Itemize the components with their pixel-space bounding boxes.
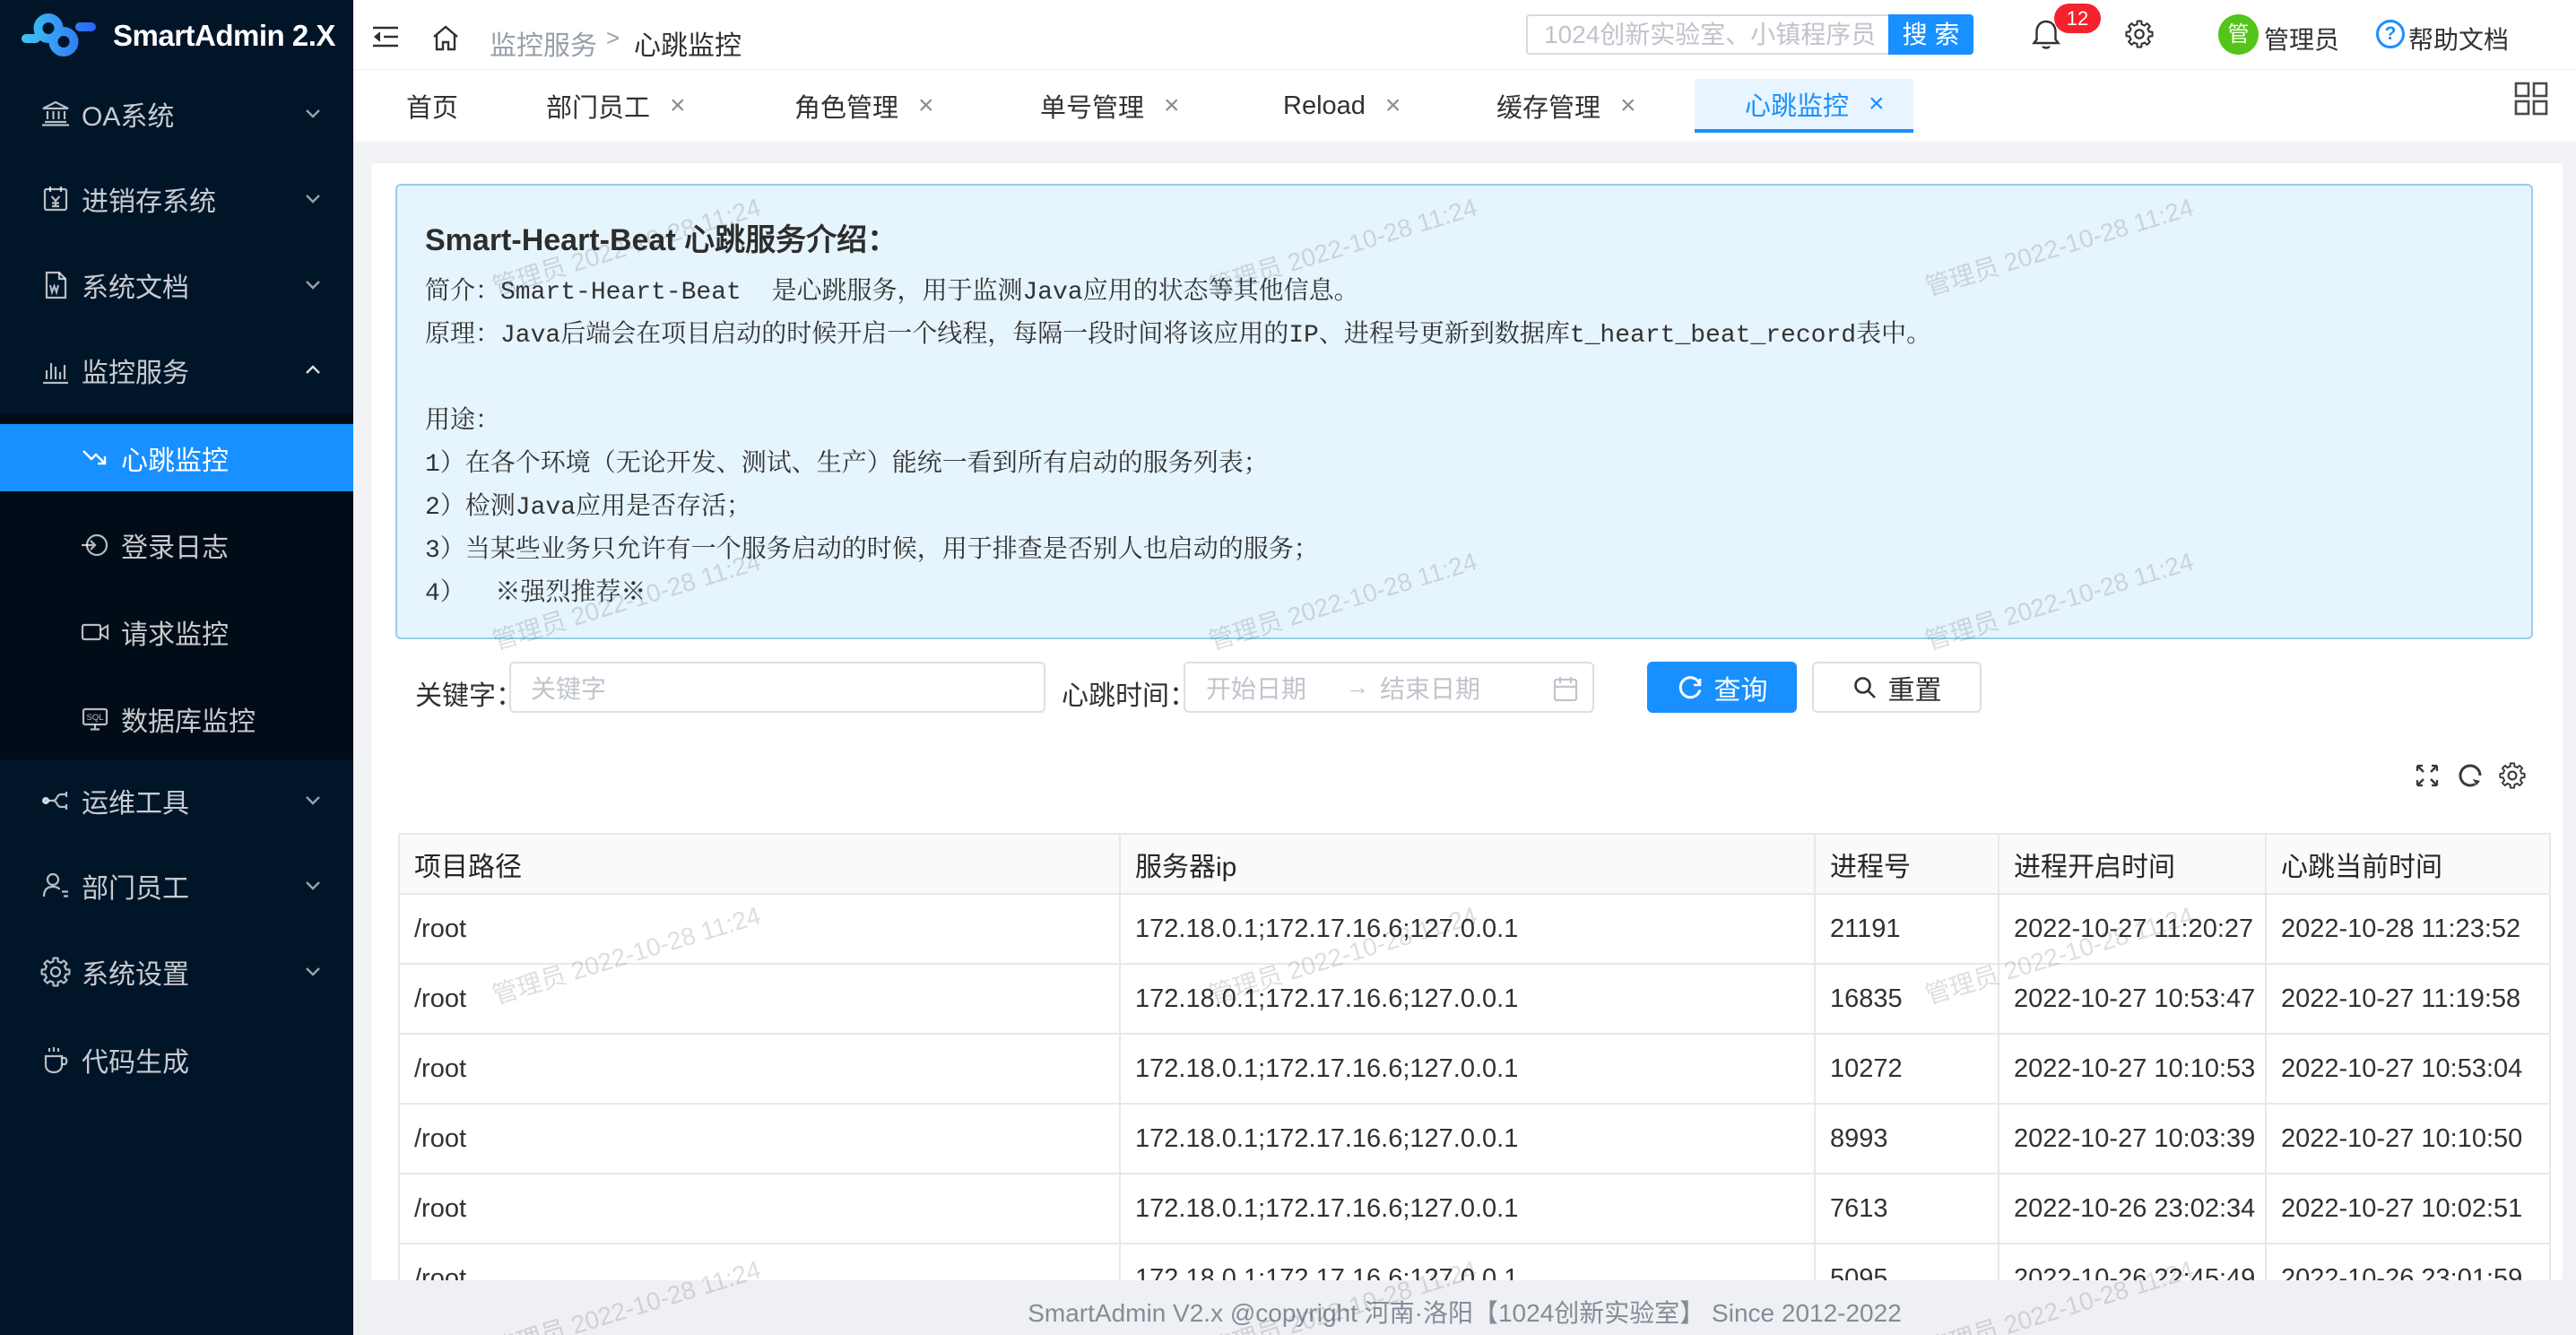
svg-text:SQL: SQL — [86, 713, 103, 723]
